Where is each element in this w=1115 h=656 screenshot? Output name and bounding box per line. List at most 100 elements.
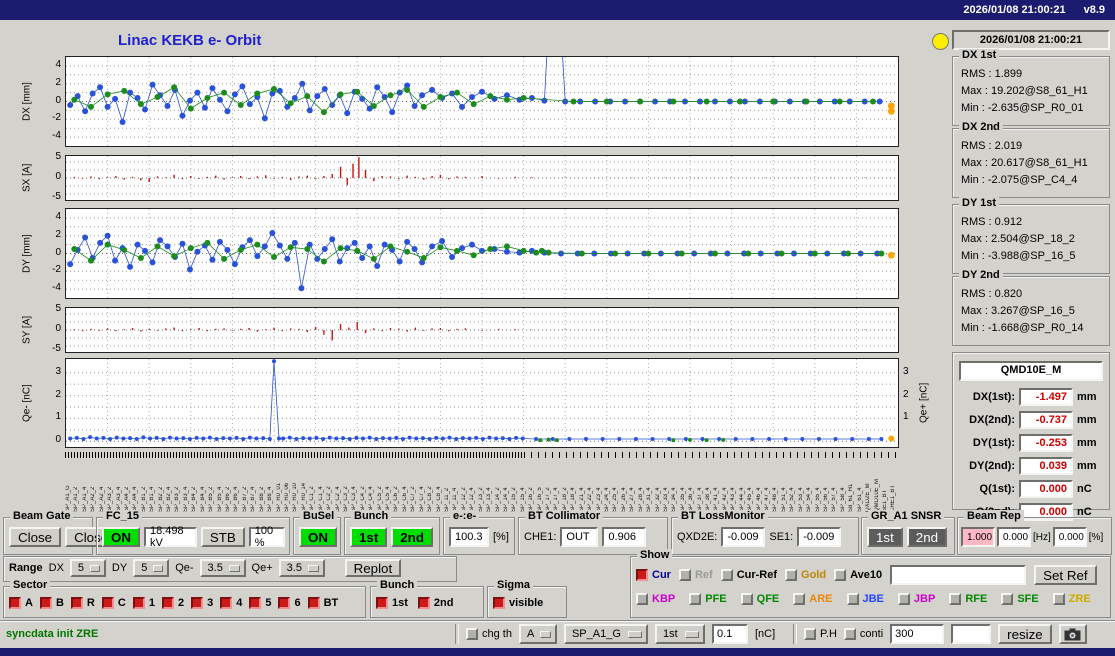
sector-2-checkbox[interactable]: 2 — [161, 597, 184, 609]
gr-snsr-2nd-button[interactable]: 2nd — [906, 527, 948, 547]
sector-6-checkbox[interactable]: 6 — [278, 597, 301, 609]
interval-input[interactable] — [890, 624, 945, 644]
ph-checkbox[interactable]: P.H — [804, 628, 837, 640]
threshold-input[interactable] — [711, 624, 748, 644]
sy-axis-label: SY [A] — [21, 315, 33, 345]
bpm-select[interactable]: SP_A1_G — [563, 624, 648, 644]
separator — [793, 624, 797, 644]
gr-snsr-1st-button[interactable]: 1st — [867, 527, 903, 547]
separator — [455, 624, 459, 644]
beam-gate-title: Beam Gate — [10, 510, 74, 522]
dx-plot — [65, 56, 899, 147]
screenshot-button[interactable] — [1058, 624, 1087, 644]
sidebar-timestamp: 2026/01/08 21:00:21 — [952, 30, 1110, 50]
dropdown-indicator — [540, 630, 551, 638]
dx-axis-ticks: 4 2 0 -2 -4 — [52, 58, 61, 142]
show-ref-checkbox[interactable]: Ref — [678, 569, 713, 581]
show-qfe-checkbox[interactable]: QFE — [740, 593, 779, 605]
dy-plot — [65, 208, 899, 299]
beam-rep-group: Beam Rep 1.000 0.000 [Hz] 0.000 [%] — [957, 510, 1112, 555]
dx-1st-min: Min : -2.635@SP_R0_01 — [961, 102, 1084, 115]
range-dx-select[interactable]: 5 — [69, 559, 106, 577]
sector-1-checkbox[interactable]: 1 — [132, 597, 155, 609]
sector-r-checkbox[interactable]: R — [70, 597, 95, 609]
dropdown-indicator — [228, 564, 240, 572]
fc15-stb-button[interactable]: STB — [200, 527, 245, 547]
ee-ratio-group: e-:e- 100.3 [%] — [443, 510, 515, 555]
bunch-2nd-button[interactable]: 2nd — [391, 527, 433, 547]
fc15-on-button[interactable]: ON — [102, 527, 140, 547]
checkbox-box — [161, 597, 174, 609]
range-qe-plus-select[interactable]: 3.5 — [278, 559, 325, 577]
show-gold-checkbox[interactable]: Gold — [785, 569, 826, 581]
bunch-select[interactable]: 1st — [654, 624, 705, 644]
sector-5-checkbox[interactable]: 5 — [249, 597, 271, 609]
busel-on-button[interactable]: ON — [299, 527, 337, 547]
resize-button[interactable]: resize — [998, 624, 1052, 644]
range-dy-select[interactable]: 5 — [133, 559, 170, 577]
checkbox-box — [689, 593, 702, 605]
dx-2nd-stats-title: DX 2nd — [959, 121, 1003, 133]
checkbox-box — [834, 569, 847, 581]
beam-gate-close-1-button[interactable]: Close — [9, 527, 62, 547]
show-sfe-checkbox[interactable]: SFE — [1001, 593, 1039, 605]
show-cur-checkbox[interactable]: Cur — [636, 569, 671, 581]
dy-2nd-stats-title: DY 2nd — [959, 269, 1003, 281]
show-are-checkbox[interactable]: ARE — [793, 593, 833, 605]
sector-3-checkbox[interactable]: 3 — [191, 597, 213, 609]
charge-plot-panel: Qe- [nC] 3210 321 Qe+ [nC] — [20, 358, 940, 448]
checkbox-box — [132, 597, 145, 609]
threshold-controls: chg th A SP_A1_G 1st [nC] — [455, 624, 775, 644]
dy-2nd-value: 0.039 — [1019, 456, 1073, 475]
show-kbp-checkbox[interactable]: KBP — [636, 593, 675, 605]
bunch-1st-button[interactable]: 1st — [350, 527, 388, 547]
chg-th-checkbox[interactable]: chg th — [466, 628, 512, 640]
dy-2nd-stats-group: DY 2nd RMS : 0.820 Max : 3.267@SP_16_5 M… — [952, 269, 1110, 346]
bt-lossmonitor-group: BT LossMonitor QXD2E: -0.009 SE1: -0.009 — [671, 510, 859, 555]
bt-lossmonitor-title: BT LossMonitor — [678, 510, 768, 522]
bunch-1st-checkbox[interactable]: 1st — [376, 597, 408, 609]
replot-button[interactable]: Replot — [344, 559, 402, 577]
checkbox-box — [9, 597, 21, 609]
app-window: 2026/01/08 21:00:21 v8.9 Linac KEKB e- O… — [0, 0, 1115, 656]
dropdown-indicator — [90, 564, 100, 572]
sector-c-checkbox[interactable]: C — [101, 597, 126, 609]
q-plot — [65, 358, 899, 448]
show-cur-ref-checkbox[interactable]: Cur-Ref — [720, 569, 777, 581]
aux-input[interactable] — [951, 624, 992, 644]
dx-1st-stats-title: DX 1st — [959, 49, 1000, 61]
qxd2e-display: -0.009 — [721, 527, 766, 547]
titlebar-version: v8.9 — [1083, 4, 1105, 16]
sector-a-checkbox[interactable]: A — [9, 597, 33, 609]
bpm-monitor-name: QMD10E_M — [959, 361, 1103, 381]
conti-checkbox[interactable]: conti — [843, 628, 883, 640]
bunch-select-group: Bunch 1st 2nd — [370, 579, 484, 618]
range-qem-label: Qe- — [175, 562, 194, 574]
fc15-group: FC_15 ON 18.498 kV STB 100 % — [96, 510, 290, 555]
set-ref-button[interactable]: Set Ref — [1034, 565, 1097, 585]
sector-select[interactable]: A — [518, 624, 557, 644]
camera-icon — [1064, 628, 1081, 640]
checkbox-box — [376, 597, 388, 609]
che1-status-display: OUT — [560, 527, 599, 547]
sector-b-checkbox[interactable]: B — [39, 597, 64, 609]
show-jbe-checkbox[interactable]: JBE — [846, 593, 884, 605]
show-ave10-checkbox[interactable]: Ave10 — [834, 569, 882, 581]
sector-4-checkbox[interactable]: 4 — [220, 597, 242, 609]
se1-label: SE1: — [769, 531, 794, 543]
range-qe-minus-select[interactable]: 3.5 — [199, 559, 246, 577]
bunch-2nd-checkbox[interactable]: 2nd — [417, 597, 453, 609]
show-pfe-checkbox[interactable]: PFE — [689, 593, 727, 605]
checkbox-box — [678, 569, 691, 581]
monitor-row: DY(2nd): 0.039 mm — [953, 454, 1109, 477]
sector-bt-checkbox[interactable]: BT — [307, 597, 338, 609]
bunch-top-group: Bunch 1st 2nd — [344, 510, 440, 555]
ref-file-input[interactable] — [890, 565, 1027, 585]
fc15-kv-display: 18.498 kV — [144, 525, 197, 549]
show-zre-checkbox[interactable]: ZRE — [1052, 593, 1091, 605]
show-rfe-checkbox[interactable]: RFE — [949, 593, 987, 605]
checkbox-box — [466, 628, 478, 640]
show-jbp-checkbox[interactable]: JBP — [897, 593, 935, 605]
sigma-visible-checkbox[interactable]: visible — [493, 597, 543, 609]
dy-1st-value: -0.253 — [1019, 433, 1073, 452]
